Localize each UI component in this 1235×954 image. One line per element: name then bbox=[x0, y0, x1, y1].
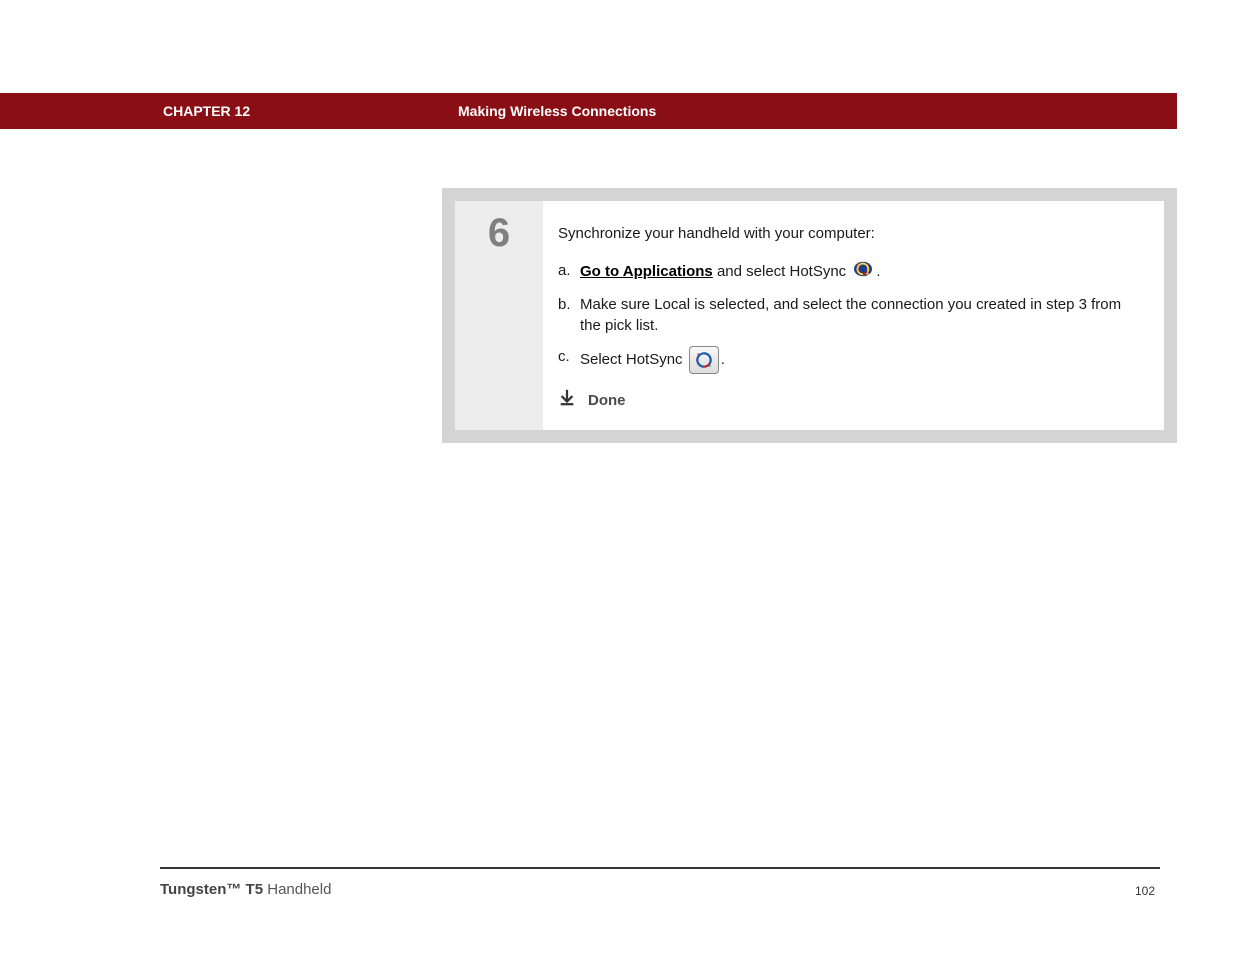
step-intro: Synchronize your handheld with your comp… bbox=[558, 223, 1144, 244]
chapter-number: CHAPTER 12 bbox=[163, 103, 250, 119]
sub-text-b: Make sure Local is selected, and select … bbox=[580, 294, 1144, 336]
sub-step-b: b. Make sure Local is selected, and sele… bbox=[558, 294, 1144, 336]
sub-marker-a: a. bbox=[558, 260, 580, 281]
go-to-applications-link[interactable]: Go to Applications bbox=[580, 263, 713, 280]
sub-text-c: Select HotSync . bbox=[580, 346, 1144, 374]
footer-product: Tungsten™ T5 Handheld bbox=[160, 881, 331, 898]
step-box: 6 Synchronize your handheld with your co… bbox=[442, 188, 1177, 443]
sub-marker-b: b. bbox=[558, 294, 580, 315]
done-row: Done bbox=[558, 388, 1144, 412]
done-arrow-icon bbox=[558, 388, 576, 412]
page-number: 102 bbox=[1135, 884, 1155, 898]
chapter-header: CHAPTER 12 Making Wireless Connections bbox=[0, 93, 1177, 129]
sub-step-a: a. Go to Applications and select HotSync… bbox=[558, 260, 1144, 284]
footer-product-rest: Handheld bbox=[263, 881, 331, 898]
sub-a-period: . bbox=[876, 263, 880, 280]
step-number-cell: 6 bbox=[455, 201, 543, 430]
hotsync-button-icon bbox=[689, 346, 719, 374]
done-label: Done bbox=[588, 390, 626, 411]
sub-step-c: c. Select HotSync . bbox=[558, 346, 1144, 374]
sub-c-before: Select HotSync bbox=[580, 351, 687, 368]
sub-steps: a. Go to Applications and select HotSync… bbox=[558, 260, 1144, 374]
sub-a-after: and select HotSync bbox=[713, 263, 851, 280]
footer-product-bold: Tungsten™ T5 bbox=[160, 881, 263, 898]
step-number: 6 bbox=[455, 211, 543, 256]
footer-rule bbox=[160, 867, 1160, 869]
hotsync-icon bbox=[852, 260, 874, 284]
sub-marker-c: c. bbox=[558, 346, 580, 367]
chapter-title: Making Wireless Connections bbox=[458, 103, 656, 119]
step-inner: 6 Synchronize your handheld with your co… bbox=[455, 201, 1164, 430]
step-content: Synchronize your handheld with your comp… bbox=[543, 201, 1164, 430]
sub-text-a: Go to Applications and select HotSync . bbox=[580, 260, 1144, 284]
sub-c-period: . bbox=[721, 351, 725, 368]
